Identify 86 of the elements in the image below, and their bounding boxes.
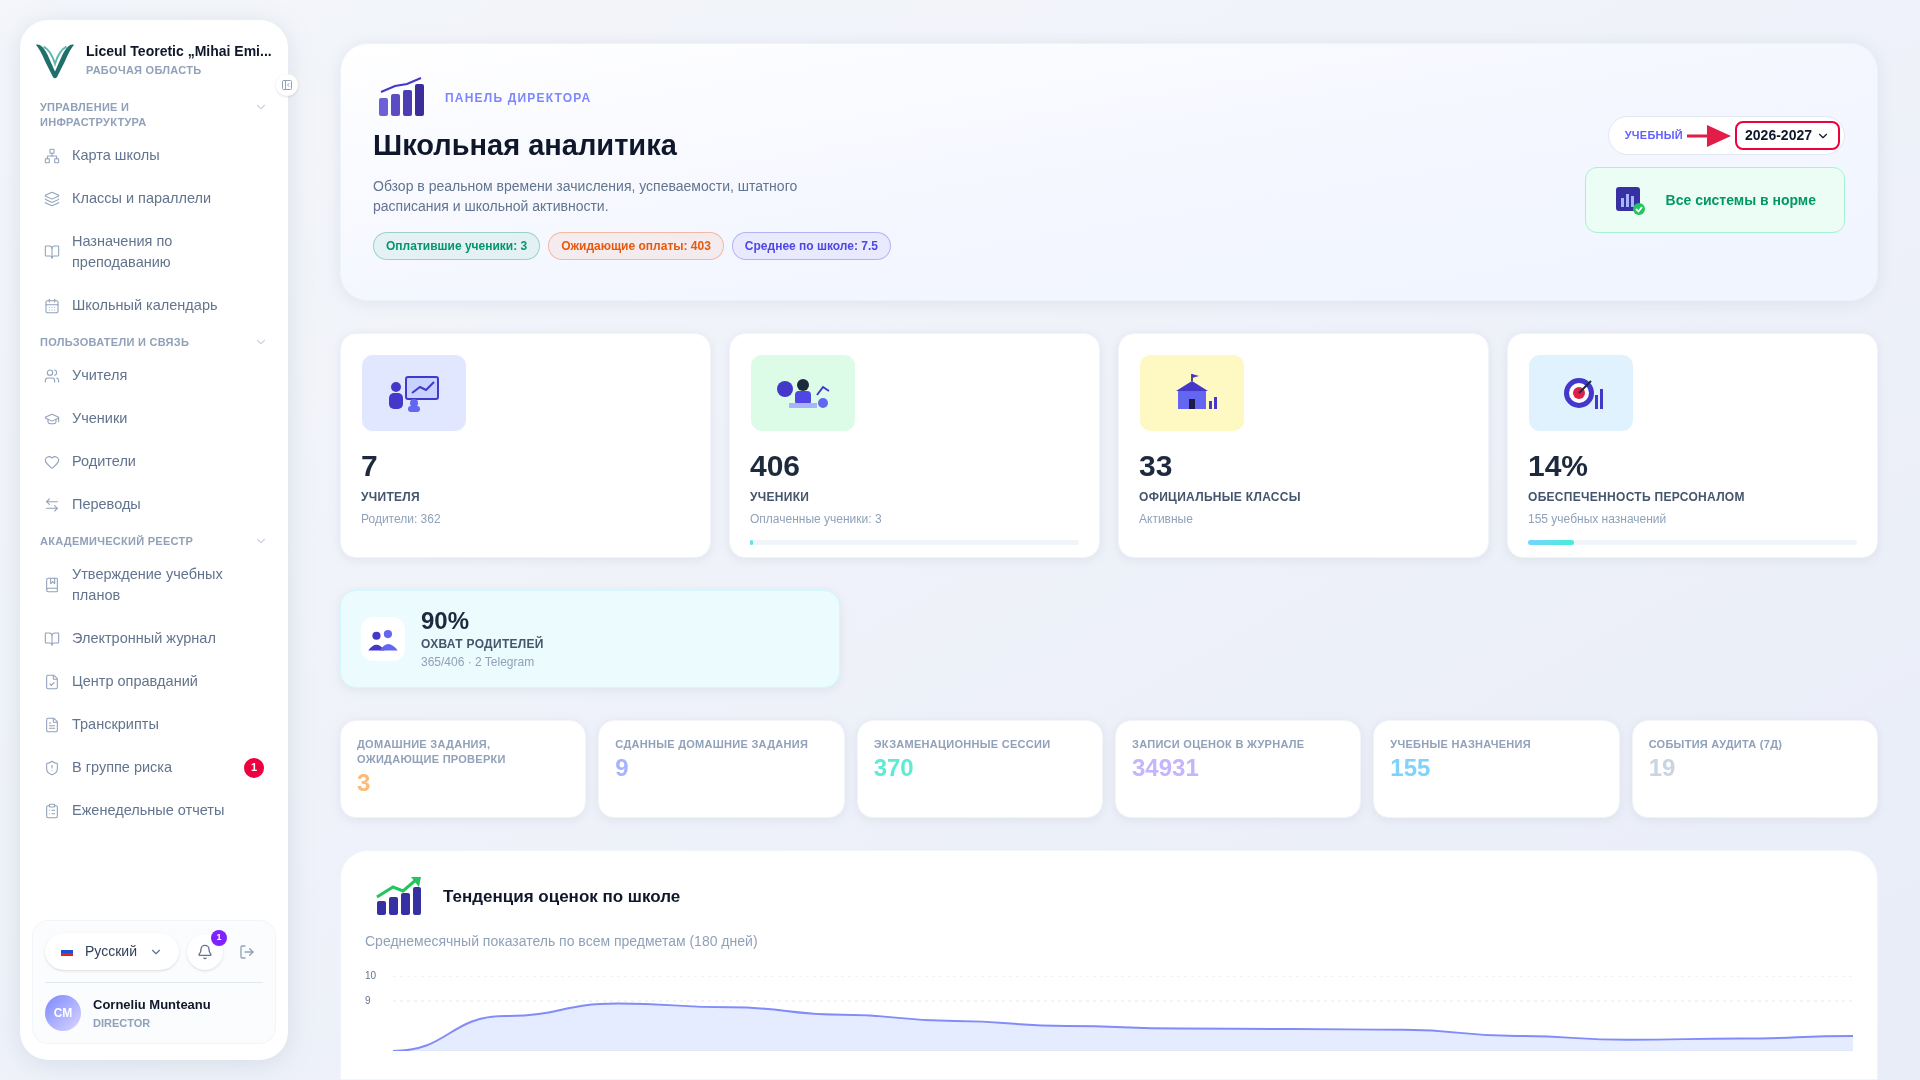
summary-tag: Среднее по школе: 7.5 [731, 231, 892, 260]
stat-value: 370 [873, 752, 915, 783]
stat-label: ДОМАШНИЕ ЗАДАНИЯ, ОЖИДАЮЩИЕ ПРОВЕРКИ [357, 736, 507, 767]
sidebar-item[interactable]: Назначения по преподаванию [36, 220, 272, 284]
section-heading: АКАДЕМИЧЕСКИЙ РЕЕСТР [40, 534, 195, 549]
stat-label: УЧЕБНЫЕ НАЗНАЧЕНИЯ [1390, 736, 1532, 752]
page-description: Обзор в реальном времени зачисления, успеваемости, штатного расписания и школьной активности. [373, 176, 799, 216]
coverage-subtitle: 365/406 · 2 Telegram [421, 653, 536, 671]
flag-icon [61, 947, 73, 956]
sidebar-item[interactable]: Классы и параллели [36, 177, 272, 220]
avatar: CM [45, 995, 81, 1031]
user-name: Corneliu Munteanu [93, 996, 211, 1014]
sidebar-item[interactable]: Еженедельные отчеты [36, 789, 272, 832]
sidebar-item[interactable]: Карта школы [36, 134, 272, 177]
trend-subtitle: Среднемесячный показатель по всем предметам (180 дней) [365, 931, 759, 951]
stat-value: 3 [357, 767, 372, 798]
sidebar-item[interactable]: Переводы [36, 483, 272, 526]
stat-label: ЗАПИСИ ОЦЕНОК В ЖУРНАЛЕ [1132, 736, 1306, 752]
user-role: DIRECTOR [93, 1015, 152, 1031]
year-dropdown[interactable]: 2026-2027 [1735, 121, 1840, 150]
trend-title: Тенденция оценок по школе [443, 885, 681, 908]
kpi-value: 7 [361, 447, 379, 484]
axis-tick-label: 9 [365, 994, 371, 1007]
collapse-sidebar-button[interactable] [276, 74, 298, 96]
sidebar-item[interactable]: Учителя [36, 354, 272, 397]
annotation-arrow [1687, 124, 1732, 147]
sidebar-item[interactable]: Ученики [36, 397, 272, 440]
notification-badge: 1 [210, 929, 227, 946]
kpi-subtitle: Активные [1139, 510, 1194, 528]
sidebar-item[interactable]: Электронный журнал [36, 617, 272, 660]
arrows-icon [44, 496, 60, 513]
shield-icon [44, 759, 60, 776]
book-icon [44, 630, 60, 647]
axis-tick-label: 10 [365, 969, 377, 982]
kpi-label: УЧЕНИКИ [750, 488, 811, 506]
sidebar-item[interactable]: Школьный календарь [36, 284, 272, 327]
summary-tag: Ожидающие оплаты: 403 [548, 231, 724, 260]
sitemap-icon [44, 147, 60, 164]
stat-label: СОБЫТИЯ АУДИТА (7Д) [1648, 736, 1784, 752]
kpi-subtitle: Родители: 362 [361, 510, 442, 528]
sidebar-item[interactable]: Центр оправданий [36, 660, 272, 703]
people-group-icon [361, 616, 405, 661]
kpi-subtitle: 155 учебных назначений [1528, 510, 1668, 528]
kpi-value: 406 [750, 447, 802, 484]
kpi-subtitle: Оплаченные ученики: 3 [750, 510, 883, 528]
coverage-value: 90% [421, 606, 471, 635]
logout-icon[interactable] [238, 943, 255, 960]
bell-icon [196, 943, 213, 960]
summary-tag: Оплатившие ученики: 3 [373, 231, 541, 260]
stat-label: ЭКЗАМЕНАЦИОННЫЕ СЕССИИ [873, 736, 1052, 752]
year-label: УЧЕБНЫЙ [1624, 128, 1684, 144]
sidebar-item[interactable]: Родители [36, 440, 272, 483]
kpi-label: ОФИЦИАЛЬНЫЕ КЛАССЫ [1139, 488, 1302, 506]
collapse-icon [281, 79, 293, 91]
bookmark-book-icon [44, 577, 60, 593]
sidebar-item[interactable]: Транскрипты [36, 703, 272, 746]
kpi-label: ОБЕСПЕЧЕННОСТЬ ПЕРСОНАЛОМ [1528, 488, 1746, 506]
kpi-value: 33 [1139, 447, 1174, 484]
eyebrow-label: ПАНЕЛЬ ДИРЕКТОРА [445, 90, 592, 107]
section-heading: ПОЛЬЗОВАТЕЛИ И СВЯЗЬ [40, 335, 191, 350]
sidebar-item[interactable]: В группе риска 1 [36, 746, 272, 789]
book-icon [44, 244, 60, 260]
page-title: Школьная аналитика [373, 128, 678, 163]
users-icon [44, 367, 60, 384]
clipboard-icon [44, 802, 60, 819]
file-check-icon [44, 673, 60, 690]
monitor-check-icon [1613, 184, 1646, 216]
school-name: Liceul Teoretic „Mihai Emi... [86, 42, 272, 62]
sidebar-item[interactable]: Утверждение учебных планов [36, 553, 272, 617]
language-selector[interactable]: Русский [45, 933, 179, 970]
stat-value: 9 [615, 752, 630, 783]
stat-value: 155 [1390, 752, 1432, 783]
workspace-label: РАБОЧАЯ ОБЛАСТЬ [86, 63, 203, 79]
section-heading: УПРАВЛЕНИЕ И ИНФРАСТРУКТУРА [40, 100, 148, 130]
stat-value: 34931 [1132, 752, 1200, 783]
year-selector[interactable]: УЧЕБНЫЙ 2026-2027 [1607, 116, 1845, 155]
layers-icon [44, 190, 60, 207]
status-text: Все системы в норме [1665, 190, 1816, 210]
count-badge: 1 [244, 757, 264, 778]
document-icon [44, 716, 60, 733]
kpi-label: УЧИТЕЛЯ [361, 488, 421, 506]
heart-icon [44, 453, 60, 470]
stat-label: СДАННЫЕ ДОМАШНИЕ ЗАДАНИЯ [615, 736, 810, 752]
calendar-icon [44, 297, 60, 314]
kpi-value: 14% [1528, 447, 1590, 484]
coverage-label: ОХВАТ РОДИТЕЛЕЙ [421, 635, 544, 653]
